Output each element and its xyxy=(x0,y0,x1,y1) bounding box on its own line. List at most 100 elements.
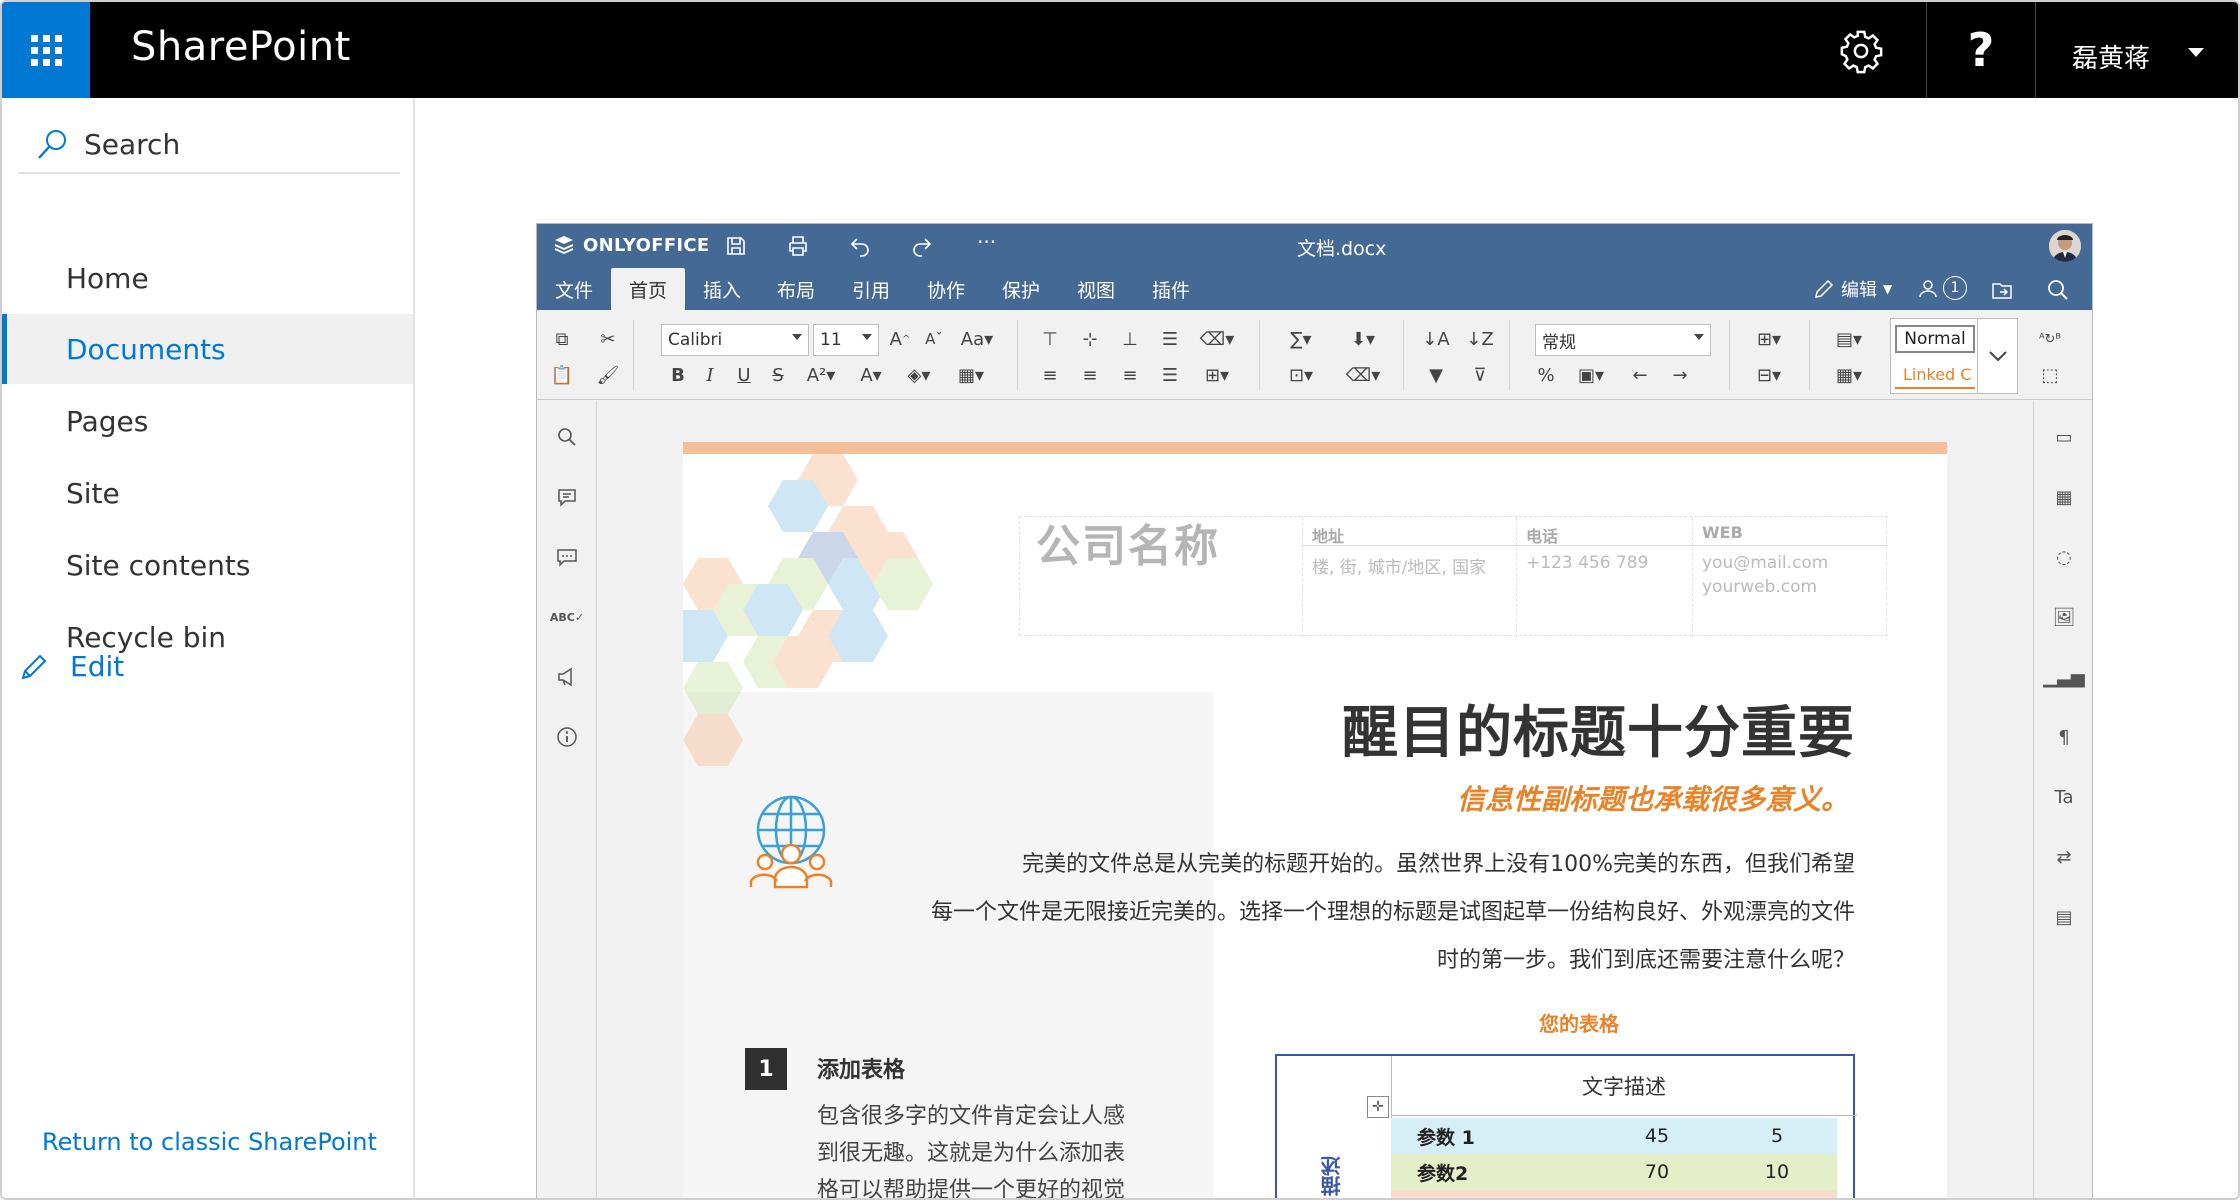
tab-protection[interactable]: 保护 xyxy=(984,268,1058,310)
paste-icon[interactable]: 📋 xyxy=(549,362,575,388)
italic-icon[interactable]: I xyxy=(697,362,723,388)
help-button[interactable]: ? xyxy=(1926,2,2036,98)
tab-collaboration[interactable]: 协作 xyxy=(909,268,983,310)
mail-merge-icon[interactable]: ⇄ xyxy=(2050,843,2078,871)
select-all-icon[interactable]: ⬚ xyxy=(2037,362,2063,388)
align-top-icon[interactable]: ⊤ xyxy=(1037,326,1063,352)
image-settings-icon[interactable]: 🖼 xyxy=(2050,603,2078,631)
table-settings-icon[interactable]: ▦ xyxy=(2050,483,2078,511)
info-icon[interactable] xyxy=(553,723,581,751)
superscript-icon[interactable]: A²▾ xyxy=(801,362,841,388)
avatar[interactable] xyxy=(2049,230,2081,262)
chat-icon[interactable] xyxy=(553,543,581,571)
eraser-icon[interactable]: ⌫▾ xyxy=(1343,362,1383,388)
insert-cells-icon[interactable]: ⊞▾ xyxy=(1747,326,1791,352)
pilcrow-icon[interactable]: ¶ xyxy=(2050,723,2078,751)
spellcheck-icon[interactable]: ABC✓ xyxy=(550,603,584,631)
borders-icon[interactable]: ▦▾ xyxy=(951,362,991,388)
table-move-handle-icon[interactable]: ✛ xyxy=(1367,1096,1389,1118)
copy-icon[interactable]: ⧉ xyxy=(549,326,575,352)
font-color-icon[interactable]: A▾ xyxy=(853,362,889,388)
style-normal[interactable]: Normal xyxy=(1895,325,1975,353)
align-middle-icon[interactable]: ⊹ xyxy=(1077,326,1103,352)
currency-icon[interactable]: ▣▾ xyxy=(1571,362,1611,388)
nav-item-site[interactable]: Site xyxy=(2,458,413,528)
justify-icon[interactable]: ☰ xyxy=(1157,362,1183,388)
filter-icon[interactable]: ▼ xyxy=(1423,362,1449,388)
tab-view[interactable]: 视图 xyxy=(1059,268,1133,310)
tab-references[interactable]: 引用 xyxy=(834,268,908,310)
feedback-icon[interactable] xyxy=(553,663,581,691)
strikethrough-icon[interactable]: S xyxy=(765,362,791,388)
data-table[interactable]: 文字描述 ✛ 描述 参数 1 45 5 参数2 70 10 xyxy=(1275,1054,1857,1198)
fill-icon[interactable]: ⬇▾ xyxy=(1343,326,1383,352)
comment-icon[interactable] xyxy=(553,483,581,511)
percent-icon[interactable]: % xyxy=(1533,362,1559,388)
search-icon[interactable] xyxy=(553,423,581,451)
merge-icon[interactable]: ⊞▾ xyxy=(1197,362,1237,388)
text-art-icon[interactable]: Ta xyxy=(2050,783,2078,811)
more-actions-button[interactable]: ··· xyxy=(977,230,1003,254)
sort-ascending-icon[interactable]: ↓A xyxy=(1422,326,1449,352)
align-center-icon[interactable]: ≡ xyxy=(1077,362,1103,388)
clear-filter-icon[interactable]: ⊽ xyxy=(1467,362,1493,388)
styles-gallery[interactable]: Normal Linked C xyxy=(1890,318,1978,394)
font-size-select[interactable]: 11 xyxy=(813,324,879,356)
paragraph-style-select[interactable]: 常规 xyxy=(1535,324,1711,356)
highlight-color-icon[interactable]: ◈▾ xyxy=(899,362,939,388)
align-bottom-icon[interactable]: ⊥ xyxy=(1117,326,1143,352)
paragraph-settings-icon[interactable]: ▭ xyxy=(2050,423,2078,451)
underline-icon[interactable]: U xyxy=(731,362,757,388)
search-icon[interactable] xyxy=(2045,278,2071,302)
gear-icon[interactable] xyxy=(1838,28,1884,74)
cut-icon[interactable]: ✂ xyxy=(595,326,621,352)
clear-style-icon[interactable]: ⌫▾ xyxy=(1197,326,1237,352)
nav-item-home[interactable]: Home xyxy=(2,243,413,313)
sharepoint-brand[interactable]: SharePoint xyxy=(131,24,351,70)
nav-item-site-contents[interactable]: Site contents xyxy=(2,530,413,600)
user-name[interactable]: 磊黄蒋 xyxy=(2072,38,2150,75)
font-family-select[interactable]: Calibri xyxy=(661,324,809,356)
bold-icon[interactable]: B xyxy=(665,362,691,388)
list-icon[interactable]: ☰ xyxy=(1157,326,1183,352)
shape-settings-icon[interactable]: ◌ xyxy=(2050,543,2078,571)
save-icon[interactable] xyxy=(723,234,749,258)
open-location-icon[interactable] xyxy=(1989,278,2015,302)
format-painter-icon[interactable]: 🖌 xyxy=(595,362,621,388)
print-icon[interactable] xyxy=(785,234,811,258)
edit-links-button[interactable]: Edit xyxy=(18,650,124,683)
tab-home[interactable]: 首页 xyxy=(611,268,686,310)
sum-icon[interactable]: ∑▾ xyxy=(1281,326,1321,352)
insert-field-icon[interactable]: ⊡▾ xyxy=(1281,362,1321,388)
tab-insert[interactable]: 插入 xyxy=(685,268,759,310)
return-to-classic-link[interactable]: Return to classic SharePoint xyxy=(42,1128,377,1156)
table-format-icon[interactable]: ▦▾ xyxy=(1827,362,1871,388)
edit-mode-button[interactable]: 编辑 ▼ xyxy=(1813,276,1892,302)
users-button[interactable]: 1 xyxy=(1917,276,1967,300)
increase-font-icon[interactable]: A ^ xyxy=(887,326,913,352)
chart-settings-icon[interactable]: ▁▃▅ xyxy=(2043,663,2085,691)
onlyoffice-logo[interactable]: ONLYOFFICE xyxy=(553,234,710,256)
nav-item-documents[interactable]: Documents xyxy=(2,314,413,384)
nav-item-pages[interactable]: Pages xyxy=(2,386,413,456)
tab-file[interactable]: 文件 xyxy=(537,268,611,310)
conditional-format-icon[interactable]: ▤▾ xyxy=(1827,326,1871,352)
search-box[interactable]: Search xyxy=(18,116,400,174)
style-linked[interactable]: Linked C xyxy=(1895,361,1975,389)
delete-cells-icon[interactable]: ⊟▾ xyxy=(1747,362,1791,388)
decrease-decimal-icon[interactable]: ← xyxy=(1627,362,1653,388)
change-case-icon[interactable]: Aa▾ xyxy=(957,326,997,352)
replace-icon[interactable]: ᴬ↻ᴮ xyxy=(2037,326,2063,352)
form-settings-icon[interactable]: ▤ xyxy=(2050,903,2078,931)
sort-descending-icon[interactable]: ↓Z xyxy=(1466,326,1493,352)
decrease-font-icon[interactable]: Aˇ xyxy=(921,326,947,352)
styles-expand-button[interactable] xyxy=(1978,318,2018,394)
align-right-icon[interactable]: ≡ xyxy=(1117,362,1143,388)
chevron-down-icon[interactable] xyxy=(2188,48,2204,57)
tab-plugins[interactable]: 插件 xyxy=(1134,268,1208,310)
tab-layout[interactable]: 布局 xyxy=(759,268,833,310)
document-page[interactable]: 公司名称 地址 楼, 街, 城市/地区, 国家 电话 +123 456 789 … xyxy=(683,442,1947,1198)
redo-icon[interactable] xyxy=(909,234,935,258)
increase-decimal-icon[interactable]: → xyxy=(1667,362,1693,388)
align-left-icon[interactable]: ≡ xyxy=(1037,362,1063,388)
